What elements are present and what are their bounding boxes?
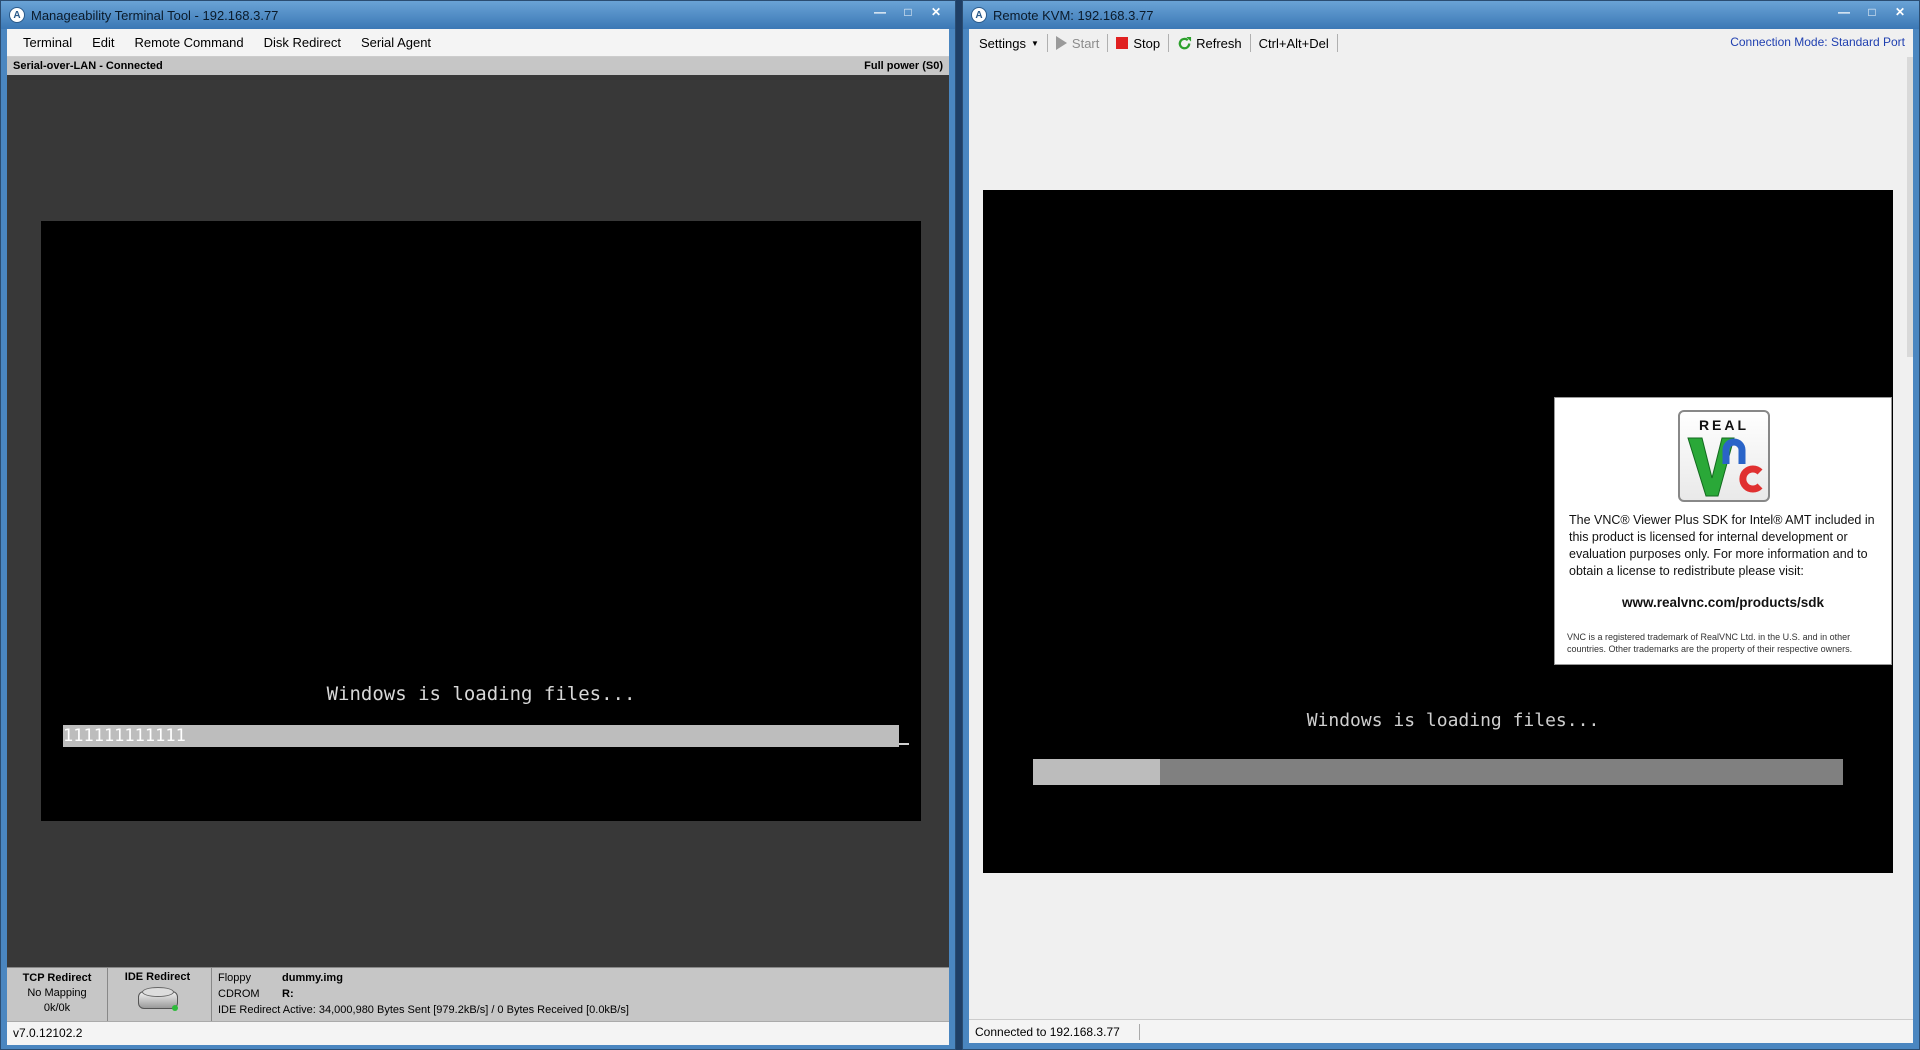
maximize-icon[interactable]: □ bbox=[1859, 2, 1885, 22]
menu-remote-command[interactable]: Remote Command bbox=[125, 35, 254, 50]
title-bar[interactable]: A Manageability Terminal Tool - 192.168.… bbox=[1, 1, 955, 29]
play-icon bbox=[1055, 36, 1067, 50]
cdrom-label: CDROM bbox=[218, 988, 260, 1000]
ide-status-line: IDE Redirect Active: 34,000,980 Bytes Se… bbox=[218, 1004, 629, 1016]
menu-terminal[interactable]: Terminal bbox=[13, 35, 82, 50]
stop-button[interactable]: Stop bbox=[1110, 32, 1166, 54]
menu-serial-agent[interactable]: Serial Agent bbox=[351, 35, 441, 50]
close-icon[interactable]: ✕ bbox=[1887, 2, 1913, 22]
app-icon: A bbox=[971, 7, 987, 23]
close-icon[interactable]: ✕ bbox=[923, 2, 949, 22]
start-label: Start bbox=[1071, 35, 1100, 51]
stop-icon bbox=[1116, 37, 1129, 49]
toolbar-separator bbox=[1107, 34, 1109, 52]
license-url: www.realvnc.com/products/sdk bbox=[1621, 595, 1825, 610]
ctrl-alt-del-button[interactable]: Ctrl+Alt+Del bbox=[1253, 32, 1335, 54]
vnc-letters-icon bbox=[1687, 437, 1763, 497]
ctrl-alt-del-label: Ctrl+Alt+Del bbox=[1258, 35, 1329, 51]
power-status: Full power (S0) bbox=[864, 60, 943, 72]
text-cursor bbox=[899, 743, 909, 745]
floppy-label: Floppy bbox=[218, 972, 252, 984]
toolbar-separator bbox=[1168, 34, 1170, 52]
settings-label: Settings bbox=[979, 35, 1026, 51]
window-title: Manageability Terminal Tool - 192.168.3.… bbox=[31, 7, 279, 23]
chevron-down-icon: ▼ bbox=[1030, 38, 1039, 48]
trademark-text: VNC is a registered trademark of RealVNC… bbox=[1567, 632, 1853, 654]
minimize-icon[interactable]: — bbox=[1831, 2, 1857, 22]
floppy-value: dummy.img bbox=[282, 972, 343, 984]
text-progress-bar: 111111111111 bbox=[63, 725, 909, 747]
kvm-status-bar: Connected to 192.168.3.77 bbox=[969, 1019, 1913, 1043]
toolbar-separator bbox=[1336, 34, 1338, 52]
refresh-label: Refresh bbox=[1196, 35, 1242, 51]
window-title: Remote KVM: 192.168.3.77 bbox=[993, 7, 1154, 23]
refresh-button[interactable]: Refresh bbox=[1171, 32, 1248, 54]
menu-bar: Terminal Edit Remote Command Disk Redire… bbox=[7, 29, 949, 57]
terminal-client-area: Terminal Edit Remote Command Disk Redire… bbox=[7, 29, 949, 1045]
menu-disk-redirect[interactable]: Disk Redirect bbox=[254, 35, 351, 50]
maximize-icon[interactable]: □ bbox=[895, 2, 921, 22]
app-icon: A bbox=[9, 7, 25, 23]
remote-kvm-window: A Remote KVM: 192.168.3.77 — □ ✕ Setting… bbox=[962, 0, 1920, 1050]
license-description: The VNC® Viewer Plus SDK for Intel® AMT … bbox=[1569, 513, 1875, 578]
redirect-panel: TCP Redirect No Mapping 0k/0k IDE Redire… bbox=[7, 967, 949, 1022]
tcp-mapping: No Mapping bbox=[27, 987, 87, 999]
toolbar-separator bbox=[1046, 34, 1048, 52]
progress-text: 111111111111 bbox=[63, 726, 186, 746]
status-separator bbox=[1139, 1024, 1140, 1040]
version-text: v7.0.12102.2 bbox=[13, 1026, 83, 1040]
terminal-tool-window: A Manageability Terminal Tool - 192.168.… bbox=[0, 0, 956, 1050]
tcp-redirect-title: TCP Redirect bbox=[22, 972, 92, 984]
tcp-rate: 0k/0k bbox=[43, 1002, 71, 1014]
ide-redirect-title: IDE Redirect bbox=[124, 971, 191, 983]
connection-status-strip: Serial-over-LAN - Connected Full power (… bbox=[7, 57, 949, 75]
minimize-icon[interactable]: — bbox=[867, 2, 893, 22]
realvnc-logo: REAL bbox=[1678, 410, 1770, 502]
cdrom-value: R: bbox=[282, 988, 294, 1000]
menu-edit[interactable]: Edit bbox=[82, 35, 124, 50]
kvm-client-area: Settings ▼ Start Stop Refresh Ctrl+Alt+D… bbox=[969, 29, 1913, 1043]
loading-text: Windows is loading files... bbox=[1306, 710, 1600, 731]
tcp-redirect-section[interactable]: TCP Redirect No Mapping 0k/0k bbox=[11, 968, 103, 1022]
kvm-remote-screen[interactable]: Windows is loading files... REAL The VNC… bbox=[983, 190, 1893, 873]
media-info: Floppy dummy.img CDROM R: IDE Redirect A… bbox=[211, 968, 931, 1022]
loading-text: Windows is loading files... bbox=[326, 683, 636, 705]
start-button[interactable]: Start bbox=[1050, 32, 1105, 54]
realvnc-logo-word: REAL bbox=[1698, 417, 1750, 433]
kvm-status-text: Connected to 192.168.3.77 bbox=[975, 1025, 1120, 1039]
vnc-license-notice: REAL The VNC® Viewer Plus SDK for Intel®… bbox=[1554, 397, 1892, 665]
boot-progress-fill bbox=[1033, 759, 1161, 785]
sol-status: Serial-over-LAN - Connected bbox=[13, 60, 163, 72]
boot-progress-bar bbox=[1033, 759, 1843, 785]
version-bar: v7.0.12102.2 bbox=[7, 1021, 949, 1045]
hard-disk-icon bbox=[136, 985, 180, 1011]
stop-label: Stop bbox=[1133, 35, 1161, 51]
settings-dropdown[interactable]: Settings ▼ bbox=[973, 32, 1045, 54]
toolbar-separator bbox=[1249, 34, 1251, 52]
scrollbar[interactable] bbox=[1907, 57, 1913, 357]
terminal-screen[interactable]: Windows is loading files... 111111111111 bbox=[41, 221, 921, 821]
title-bar[interactable]: A Remote KVM: 192.168.3.77 — □ ✕ bbox=[963, 1, 1919, 29]
ide-redirect-section[interactable]: IDE Redirect bbox=[107, 968, 207, 1022]
refresh-icon bbox=[1178, 36, 1192, 49]
connection-mode-link[interactable]: Connection Mode: Standard Port bbox=[1730, 35, 1905, 49]
